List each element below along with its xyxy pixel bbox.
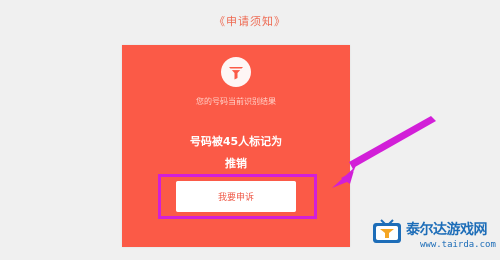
mark-count-text: 号码被45人标记为: [189, 135, 283, 148]
page: 《申请须知》 您的号码当前识别结果 号码被45人标记为 推销 我要申诉 泰尔达游…: [0, 0, 500, 260]
result-card: 您的号码当前识别结果 号码被45人标记为 推销 我要申诉: [122, 45, 350, 247]
page-title: 《申请须知》: [214, 15, 286, 28]
appeal-button[interactable]: 我要申诉: [176, 181, 296, 212]
mark-tag: 推销: [225, 157, 247, 170]
funnel-icon: [221, 57, 251, 87]
tv-logo-icon: [373, 219, 401, 243]
result-caption: 您的号码当前识别结果: [196, 97, 276, 106]
watermark: 泰尔达游戏网 www.tairda.com: [372, 213, 500, 260]
watermark-name: 泰尔达游戏网: [406, 222, 488, 238]
watermark-url: www.tairda.com: [420, 240, 496, 250]
